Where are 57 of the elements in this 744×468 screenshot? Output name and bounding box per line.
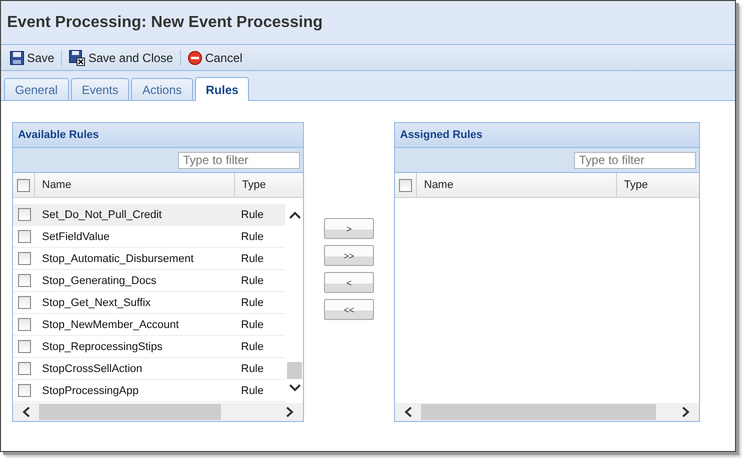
row-checkbox[interactable] <box>18 362 30 375</box>
table-cell-text: Stop_Get_Next_Suffix <box>41 296 152 308</box>
panel-title: Assigned Rules <box>400 129 483 141</box>
row-checkbox[interactable] <box>18 208 30 221</box>
table-cell-text: Stop_Automatic_Disbursement <box>41 252 195 264</box>
select-all-checkbox[interactable] <box>17 178 30 192</box>
table-cell-text: Rule <box>240 362 264 374</box>
scroll-up-icon[interactable] <box>288 210 300 220</box>
row-checkbox[interactable] <box>18 252 30 265</box>
row-checkbox[interactable] <box>18 318 30 331</box>
scrollbar-thumb[interactable] <box>39 404 221 420</box>
table-cell-text: Rule <box>240 252 264 264</box>
table-cell-text: Rule <box>240 296 264 308</box>
tab[interactable]: General <box>4 78 69 100</box>
tab[interactable]: Events <box>70 78 130 100</box>
column-header[interactable]: Name <box>35 173 235 197</box>
filter-field[interactable]: Type to filter <box>574 152 696 168</box>
scroll-down-icon[interactable] <box>288 383 300 393</box>
move-button[interactable]: < <box>324 272 374 293</box>
move-button[interactable]: << <box>324 299 374 320</box>
move-button[interactable]: > <box>324 218 374 239</box>
table-cell-text: Set_Do_Not_Pull_Credit <box>41 208 163 220</box>
table-cell-text: SetFieldValue <box>41 230 111 242</box>
select-all-checkbox[interactable] <box>399 178 412 192</box>
row-checkbox[interactable] <box>18 384 30 397</box>
row-checkbox[interactable] <box>18 340 30 353</box>
table-cell-text: Rule <box>240 274 264 286</box>
column-header[interactable]: Type <box>617 173 677 197</box>
table-cell-text: Rule <box>240 340 264 352</box>
scrollbar-thumb[interactable] <box>421 404 656 420</box>
table-row[interactable]: Set_Do_Not_Pull_Credit Rule <box>13 204 285 226</box>
window-title: Event Processing: New Event Processing <box>7 14 323 32</box>
toolbar-button[interactable]: Save and Close <box>66 50 176 66</box>
table-cell-text: StopProcessingApp <box>41 384 140 396</box>
table-cell-text: StopCrossSellAction <box>41 362 144 374</box>
panel-title: Available Rules <box>18 129 99 141</box>
filter-field[interactable]: Type to filter <box>178 152 300 168</box>
tab[interactable]: Actions <box>131 78 193 100</box>
table-cell-text: Stop_NewMember_Account <box>41 318 180 330</box>
column-header[interactable]: Name <box>417 173 617 197</box>
scrollbar-thumb[interactable] <box>287 362 302 379</box>
toolbar-button[interactable]: Save <box>7 50 58 64</box>
table-cell-text: Rule <box>240 230 264 242</box>
tab[interactable]: Rules <box>194 77 250 101</box>
cancel-icon <box>188 50 202 64</box>
table-cell-text: Rule <box>240 208 264 220</box>
column-header[interactable]: Type <box>235 173 295 197</box>
row-checkbox[interactable] <box>18 230 30 243</box>
row-checkbox[interactable] <box>18 296 30 309</box>
floppy-disk-x-icon <box>69 50 86 66</box>
toolbar-button[interactable]: Cancel <box>185 50 246 64</box>
table-cell-text: Stop_Generating_Docs <box>41 274 158 286</box>
table-cell-text: Rule <box>240 384 264 396</box>
row-checkbox[interactable] <box>18 274 30 287</box>
table-cell-text: Stop_ReprocessingStips <box>41 340 164 352</box>
move-button[interactable]: >> <box>324 245 374 266</box>
table-cell-text: Rule <box>240 318 264 330</box>
